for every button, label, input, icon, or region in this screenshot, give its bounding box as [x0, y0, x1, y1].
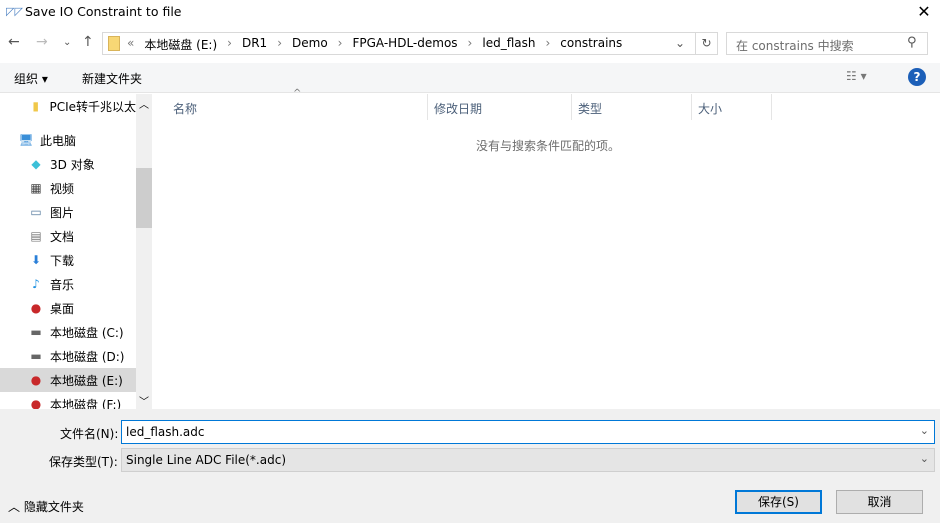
- navigation-pane: ▮ PCIe转千兆以太 🖥 此电脑 ◆ 3D 对象 ▦ 视频 ▭ 图片 ▤ 文档 ⬇ 下载 ♪ 音乐 ● 桌面 ▬ 本…: [0, 94, 136, 409]
- close-button[interactable]: ✕: [912, 0, 936, 24]
- tree-item[interactable]: ▦ 视频: [0, 176, 136, 200]
- tree-item[interactable]: ▮ PCIe转千兆以太: [0, 94, 136, 118]
- desktop-icon: ●: [30, 301, 42, 315]
- documents-icon: ▤: [30, 229, 42, 243]
- chevron-up-icon: ︿: [8, 500, 24, 514]
- tree-item-label: 本地磁盘 (E:): [50, 373, 123, 388]
- column-type[interactable]: 类型: [578, 100, 602, 117]
- cancel-button[interactable]: 取消: [836, 490, 923, 514]
- folder-icon: [108, 36, 120, 51]
- crumb[interactable]: 本地磁盘 (E:): [144, 36, 217, 53]
- tree-item[interactable]: ● 本地磁盘 (F:): [0, 392, 136, 409]
- tree-item[interactable]: ▬ 本地磁盘 (C:): [0, 320, 136, 344]
- column-size[interactable]: 大小: [698, 100, 722, 117]
- crumb[interactable]: Demo: [292, 36, 328, 53]
- tree-item-label: 音乐: [50, 277, 75, 292]
- pictures-icon: ▭: [30, 205, 42, 219]
- forward-button[interactable]: →: [36, 34, 48, 50]
- tree-item-label: 本地磁盘 (F:): [50, 397, 122, 410]
- toolbar: 组织 ▾ 新建文件夹 ☷ ▾ ?: [0, 63, 940, 93]
- drive-icon: ▬: [30, 325, 42, 339]
- help-icon[interactable]: ?: [908, 68, 926, 86]
- view-options-icon[interactable]: ☷ ▾: [846, 69, 867, 83]
- tree-item[interactable]: ● 本地磁盘 (E:): [0, 368, 136, 392]
- chevron-down-icon[interactable]: ⌄: [920, 452, 929, 465]
- drive-warning-icon: ●: [30, 397, 42, 409]
- column-date[interactable]: 修改日期: [434, 100, 482, 117]
- filetype-value: Single Line ADC File(*.adc): [126, 453, 286, 467]
- tree-item-label: 图片: [50, 205, 75, 220]
- address-bar[interactable]: « 本地磁盘 (E:) › DR1 › Demo › FPGA-HDL-demos › …: [102, 32, 718, 55]
- tree-item[interactable]: ● 桌面: [0, 296, 136, 320]
- crumb[interactable]: led_flash: [482, 36, 535, 53]
- save-button[interactable]: 保存(S): [735, 490, 822, 514]
- window-title: Save IO Constraint to file: [25, 4, 182, 19]
- tree-item[interactable]: ▭ 图片: [0, 200, 136, 224]
- tree-item-label: 视频: [50, 181, 75, 196]
- tree-item-label: 文档: [50, 229, 75, 244]
- search-icon[interactable]: ⚲: [907, 35, 917, 50]
- sort-ascending-icon: ^: [293, 88, 302, 99]
- tree-item[interactable]: ◆ 3D 对象: [0, 152, 136, 176]
- back-button[interactable]: ←: [8, 34, 20, 50]
- hide-folders-label: 隐藏文件夹: [23, 500, 84, 514]
- up-button[interactable]: ↑: [82, 34, 94, 50]
- download-icon: ⬇: [30, 253, 42, 267]
- app-logo-icon: ◸◸: [6, 5, 23, 18]
- tree-item[interactable]: 🖥 此电脑: [0, 128, 136, 152]
- tree-item[interactable]: ⬇ 下载: [0, 248, 136, 272]
- tree-item-label: 本地磁盘 (D:): [50, 349, 125, 364]
- refresh-button[interactable]: ↻: [695, 33, 717, 54]
- music-icon: ♪: [32, 277, 40, 291]
- breadcrumb: « 本地磁盘 (E:) › DR1 › Demo › FPGA-HDL-demos › …: [127, 36, 623, 53]
- new-folder-button[interactable]: 新建文件夹: [82, 70, 142, 87]
- filetype-select[interactable]: Single Line ADC File(*.adc) ⌄: [121, 448, 935, 472]
- recent-locations-button[interactable]: ⌄: [63, 37, 71, 48]
- filename-label: 文件名(N):: [60, 427, 119, 441]
- 3d-objects-icon: ◆: [31, 157, 41, 171]
- scroll-up-icon[interactable]: ︿: [139, 96, 149, 111]
- column-name[interactable]: 名称: [173, 100, 197, 117]
- overflow-button[interactable]: «: [127, 36, 134, 53]
- computer-icon: 🖥: [18, 133, 34, 147]
- tree-item[interactable]: ▤ 文档: [0, 224, 136, 248]
- chevron-down-icon[interactable]: ⌄: [675, 36, 685, 50]
- search-placeholder: 在 constrains 中搜索: [736, 39, 854, 53]
- scroll-down-icon[interactable]: ﹀: [139, 393, 149, 408]
- tree-item-label: 3D 对象: [50, 157, 95, 172]
- tree-item-label: PCIe转千兆以太: [49, 99, 136, 114]
- empty-message: 没有与搜索条件匹配的项。: [476, 139, 621, 153]
- tree-item[interactable]: ▬ 本地磁盘 (D:): [0, 344, 136, 368]
- crumb[interactable]: FPGA-HDL-demos: [352, 36, 457, 53]
- filename-value[interactable]: led_flash.adc: [126, 425, 205, 439]
- filetype-label: 保存类型(T):: [49, 455, 118, 469]
- scroll-thumb[interactable]: [136, 168, 152, 228]
- crumb[interactable]: DR1: [242, 36, 267, 53]
- video-icon: ▦: [30, 181, 42, 195]
- title-bar: ◸◸ Save IO Constraint to file ✕: [0, 0, 940, 24]
- tree-item-label: 桌面: [50, 301, 75, 316]
- chevron-down-icon[interactable]: ⌄: [920, 424, 929, 437]
- drive-warning-icon: ●: [30, 373, 42, 387]
- tree-item-label: 此电脑: [40, 133, 77, 148]
- tree-item[interactable]: ♪ 音乐: [0, 272, 136, 296]
- folder-icon: ▮: [32, 99, 40, 113]
- tree-item-label: 下载: [50, 253, 75, 268]
- search-input[interactable]: 在 constrains 中搜索 ⚲: [726, 32, 928, 55]
- filename-input[interactable]: led_flash.adc ⌄: [121, 420, 935, 444]
- crumb[interactable]: constrains: [560, 36, 622, 53]
- scrollbar[interactable]: ︿ ﹀: [136, 94, 152, 409]
- tree-item-label: 本地磁盘 (C:): [50, 325, 124, 340]
- organize-button[interactable]: 组织 ▾: [14, 70, 48, 87]
- hide-folders-button[interactable]: ︿ 隐藏文件夹: [8, 498, 84, 515]
- drive-icon: ▬: [30, 349, 42, 363]
